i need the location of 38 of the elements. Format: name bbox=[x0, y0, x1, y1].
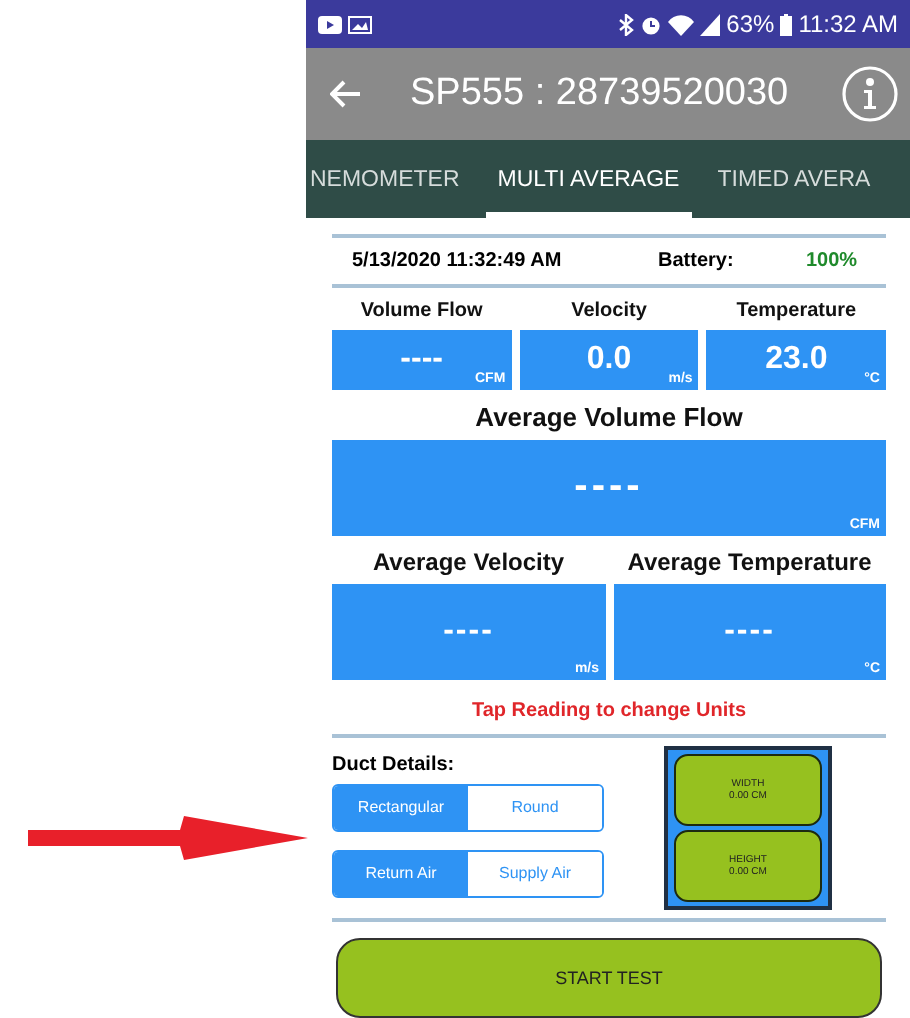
reading-label: Average Velocity bbox=[370, 547, 567, 576]
clock-time: 11:32 AM bbox=[798, 10, 898, 39]
start-test-button[interactable]: START TEST bbox=[336, 937, 882, 1018]
hint-text: Tap Reading to change Units bbox=[469, 699, 749, 722]
reading-label: Average Temperature bbox=[625, 547, 874, 576]
segment-option[interactable]: Rectangular bbox=[334, 785, 468, 830]
tab[interactable]: MULTI AVERAGE bbox=[485, 140, 692, 218]
reading-label: Volume Flow bbox=[358, 299, 485, 322]
battery-icon bbox=[780, 13, 793, 36]
reading-label: Velocity bbox=[569, 299, 649, 322]
arrow-icon bbox=[24, 812, 308, 864]
signal-icon bbox=[700, 13, 721, 36]
reading-label: Temperature bbox=[734, 299, 859, 322]
battery-value: 100% bbox=[806, 249, 860, 272]
reading-value: ---- bbox=[574, 464, 644, 511]
reading-label: Average Volume Flow bbox=[473, 401, 745, 432]
reading-value: 23.0 bbox=[765, 341, 828, 378]
reading-value: ---- bbox=[443, 613, 494, 650]
segment-option[interactable]: Return Air bbox=[334, 851, 468, 896]
reading-value: 0.0 bbox=[586, 341, 632, 378]
alarm-icon bbox=[640, 13, 663, 36]
timestamp: 5/13/2020 11:32:49 AM bbox=[352, 249, 564, 272]
app-title: SP555 : 28739520030 bbox=[410, 72, 791, 117]
back-arrow-icon bbox=[330, 80, 362, 109]
image-icon bbox=[348, 15, 372, 34]
battery-label: Battery: bbox=[658, 249, 736, 272]
video-icon bbox=[318, 15, 342, 34]
bluetooth-icon bbox=[618, 13, 635, 36]
back-button[interactable] bbox=[326, 76, 366, 113]
duct-details-label: Duct Details: bbox=[332, 753, 457, 776]
tab[interactable]: NEMOMETER bbox=[308, 140, 462, 218]
reading-value: ---- bbox=[400, 341, 443, 378]
tab[interactable]: TIMED AVERA bbox=[715, 140, 873, 218]
battery-percent: 63% bbox=[726, 10, 775, 39]
info-icon bbox=[842, 66, 898, 123]
info-button[interactable] bbox=[838, 62, 902, 127]
wifi-icon bbox=[668, 13, 695, 36]
reading-value: ---- bbox=[724, 613, 775, 650]
